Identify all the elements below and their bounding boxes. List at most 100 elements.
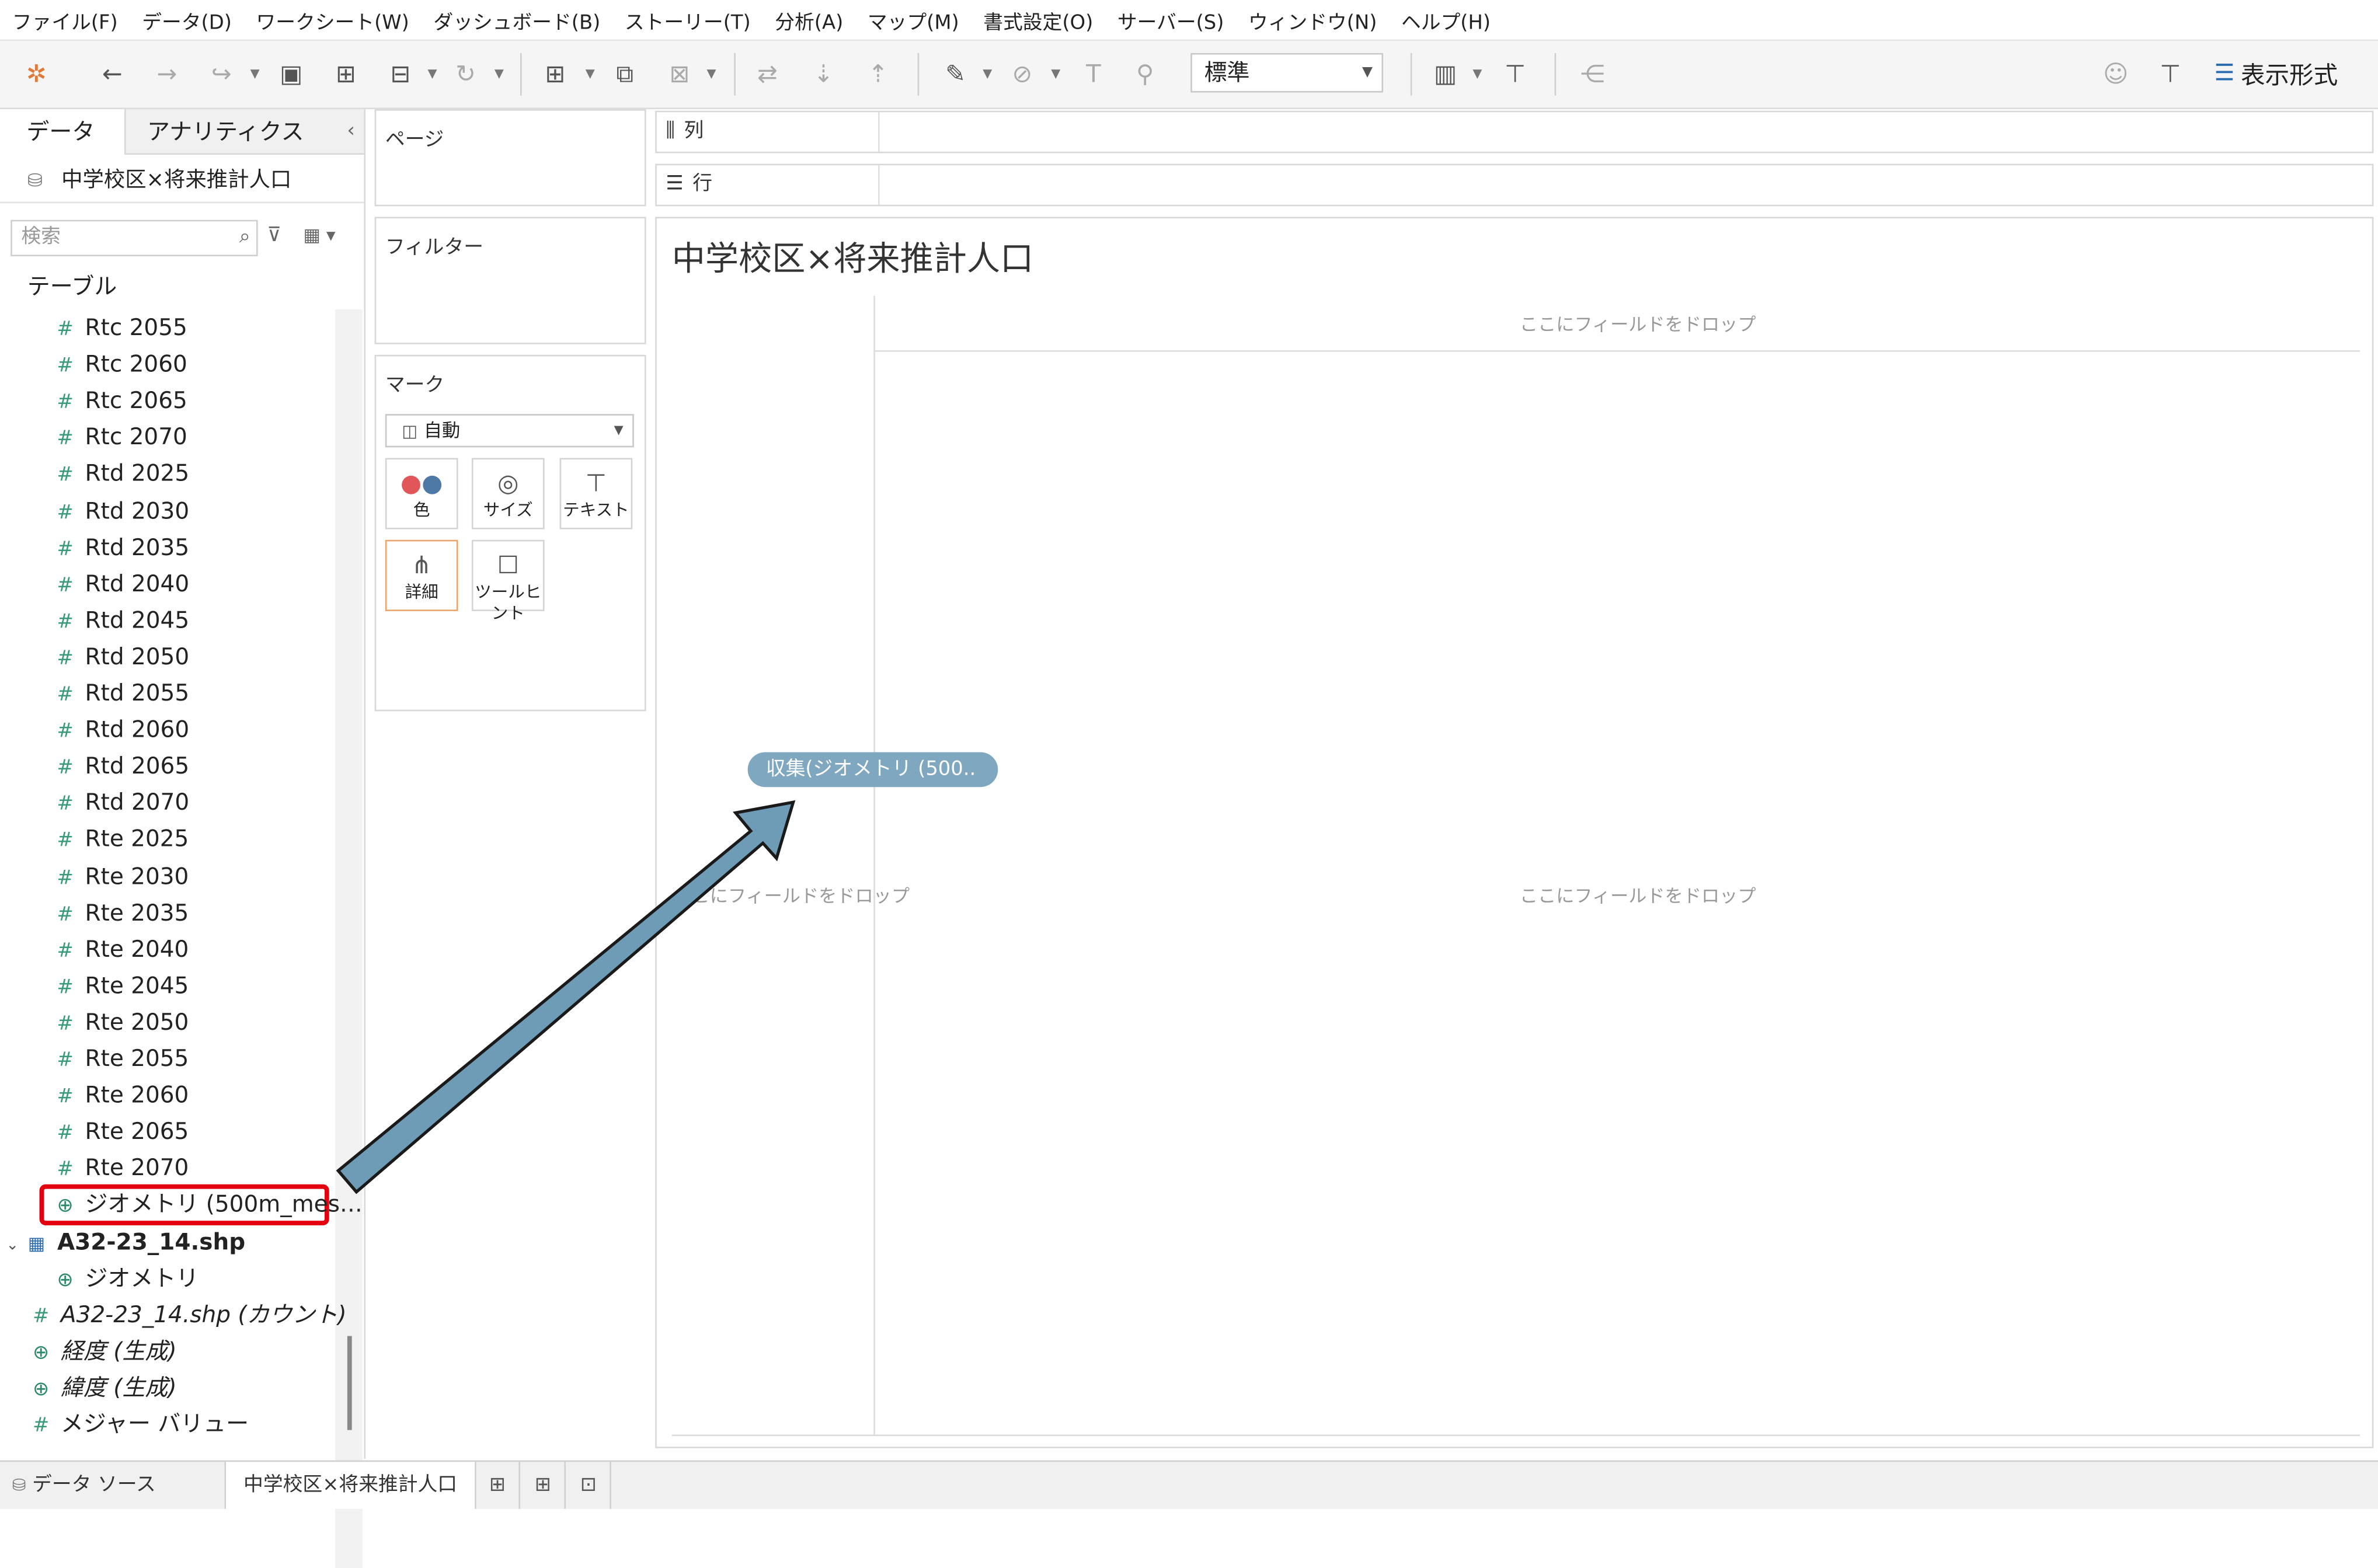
bottom-tab-bar: ⛁ データ ソース 中学校区×将来推計人口 ⊞ ⊞ ⊡	[0, 1460, 2378, 1509]
field-label: Rtd 2055	[85, 679, 190, 707]
field-label: Rte 2045	[85, 972, 189, 999]
field-item[interactable]: # Rtd 2050	[51, 640, 190, 673]
field-item[interactable]: # Rte 2070	[51, 1151, 189, 1184]
field-item[interactable]: # Rte 2025	[51, 822, 189, 855]
measure-icon: #	[57, 1122, 74, 1145]
field-item[interactable]: # Rtd 2060	[51, 713, 190, 746]
field-item[interactable]: ⊕ 経度 (生成)	[27, 1334, 177, 1368]
measure-icon: #	[57, 354, 74, 378]
field-label: Rtc 2060	[85, 350, 187, 378]
table-icon: ▦	[27, 1232, 46, 1255]
globe-icon: ⊕	[32, 1341, 50, 1365]
field-label: 緯度 (生成)	[60, 1374, 177, 1402]
measure-icon: #	[57, 940, 74, 963]
arrow-annotation	[336, 800, 796, 1194]
measure-icon: #	[57, 976, 74, 999]
field-item[interactable]: # Rte 2030	[51, 860, 189, 893]
measure-icon: #	[57, 391, 74, 414]
tab-sheet[interactable]: 中学校区×将来推計人口	[224, 1462, 476, 1509]
measure-icon: #	[57, 829, 74, 852]
field-item[interactable]: # A32-23_14.shp (カウント)	[27, 1298, 347, 1332]
field-item[interactable]: # Rte 2045	[51, 969, 189, 1002]
field-label: Rtd 2050	[85, 643, 190, 671]
field-label: Rte 2040	[85, 935, 189, 963]
field-label: Rtc 2065	[85, 386, 187, 414]
field-item[interactable]: # Rtc 2065	[51, 384, 187, 417]
field-label: Rte 2030	[85, 863, 189, 890]
measure-icon: #	[57, 1049, 74, 1072]
measure-icon: #	[57, 684, 74, 707]
field-label: Rte 2050	[85, 1008, 189, 1036]
globe-icon: ⊕	[32, 1378, 50, 1402]
field-label: ジオメトリ	[85, 1264, 199, 1292]
field-label: Rte 2065	[85, 1117, 189, 1145]
measure-icon: #	[57, 647, 74, 671]
measure-icon: #	[57, 574, 74, 598]
field-item[interactable]: # Rtd 2055	[51, 677, 190, 710]
measure-icon: #	[57, 867, 74, 890]
measure-icon: #	[32, 1414, 50, 1438]
measure-icon: #	[57, 1158, 74, 1182]
dragged-field-pill[interactable]: 収集(ジオメトリ (500..	[747, 752, 998, 788]
field-item[interactable]: ⊕ 緯度 (生成)	[27, 1371, 177, 1404]
field-item[interactable]: # Rte 2060	[51, 1078, 189, 1111]
field-label: Rtd 2065	[85, 752, 190, 780]
field-label: Rtd 2030	[85, 497, 190, 525]
measure-icon: #	[57, 904, 74, 927]
tab-datasource-label: データ ソース	[32, 1473, 156, 1497]
table-node[interactable]: ⌄ ▦ A32-23_14.shp	[6, 1225, 245, 1259]
field-item[interactable]: # Rtd 2025	[51, 457, 190, 490]
new-worksheet-icon[interactable]: ⊞	[476, 1462, 521, 1509]
field-label: ジオメトリ (500m_mes…	[85, 1190, 363, 1218]
measure-icon: #	[57, 318, 74, 342]
field-label: メジャー バリュー	[60, 1410, 249, 1438]
field-item[interactable]: # Rtd 2040	[51, 567, 190, 601]
globe-icon: ⊕	[57, 1269, 74, 1292]
measure-icon: #	[57, 720, 74, 743]
field-label: Rtc 2070	[85, 423, 187, 451]
field-item[interactable]: # Rtc 2060	[51, 347, 187, 381]
tab-datasource[interactable]: ⛁ データ ソース	[12, 1462, 156, 1509]
field-label: Rte 2060	[85, 1081, 189, 1109]
measure-icon: #	[57, 793, 74, 816]
field-item[interactable]: # Rte 2065	[51, 1114, 189, 1148]
field-item[interactable]: # Rte 2055	[51, 1042, 189, 1075]
measure-icon: #	[57, 1085, 74, 1109]
table-name: A32-23_14.shp	[57, 1228, 246, 1256]
globe-icon: ⊕	[57, 1194, 74, 1218]
field-label: Rte 2055	[85, 1044, 189, 1072]
database-icon: ⛁	[12, 1475, 26, 1496]
field-label: Rtd 2060	[85, 716, 190, 743]
field-label: Rtd 2045	[85, 607, 190, 634]
field-item[interactable]: # Rtd 2065	[51, 749, 190, 782]
field-label: Rte 2025	[85, 825, 189, 852]
field-item[interactable]: ⊕ ジオメトリ	[51, 1262, 199, 1295]
measure-icon: #	[57, 427, 74, 451]
field-label: Rtd 2035	[85, 534, 190, 562]
field-item[interactable]: # Rte 2050	[51, 1005, 189, 1039]
field-item[interactable]: ⊕ ジオメトリ (500m_mes…	[51, 1187, 363, 1221]
new-story-icon[interactable]: ⊡	[567, 1462, 611, 1509]
field-item[interactable]: # Rte 2035	[51, 896, 189, 929]
field-item[interactable]: # Rtd 2070	[51, 786, 190, 819]
field-item[interactable]: # Rtd 2030	[51, 494, 190, 528]
field-item[interactable]: # Rtd 2045	[51, 604, 190, 637]
field-item[interactable]: # メジャー バリュー	[27, 1407, 249, 1441]
new-dashboard-icon[interactable]: ⊞	[522, 1462, 566, 1509]
measure-icon: #	[57, 757, 74, 780]
field-item[interactable]: # Rtc 2070	[51, 420, 187, 454]
chevron-down-icon: ⌄	[6, 1237, 19, 1255]
field-label: Rte 2070	[85, 1154, 189, 1182]
measure-icon: #	[57, 501, 74, 525]
field-item[interactable]: # Rtd 2035	[51, 531, 190, 564]
field-label: Rtd 2040	[85, 570, 190, 598]
field-label: A32-23_14.shp (カウント)	[60, 1301, 347, 1329]
field-item[interactable]: # Rte 2040	[51, 933, 189, 966]
arrow-shape	[336, 800, 796, 1194]
field-label: 経度 (生成)	[60, 1337, 177, 1365]
measure-icon: #	[57, 538, 74, 562]
measure-icon: #	[57, 1013, 74, 1036]
field-item[interactable]: # Rtc 2055	[51, 311, 187, 344]
tableau-window: ファイル(F) データ(D) ワークシート(W) ダッシュボード(B) ストーリー(T)…	[0, 0, 2378, 1568]
measure-icon: #	[32, 1305, 50, 1329]
